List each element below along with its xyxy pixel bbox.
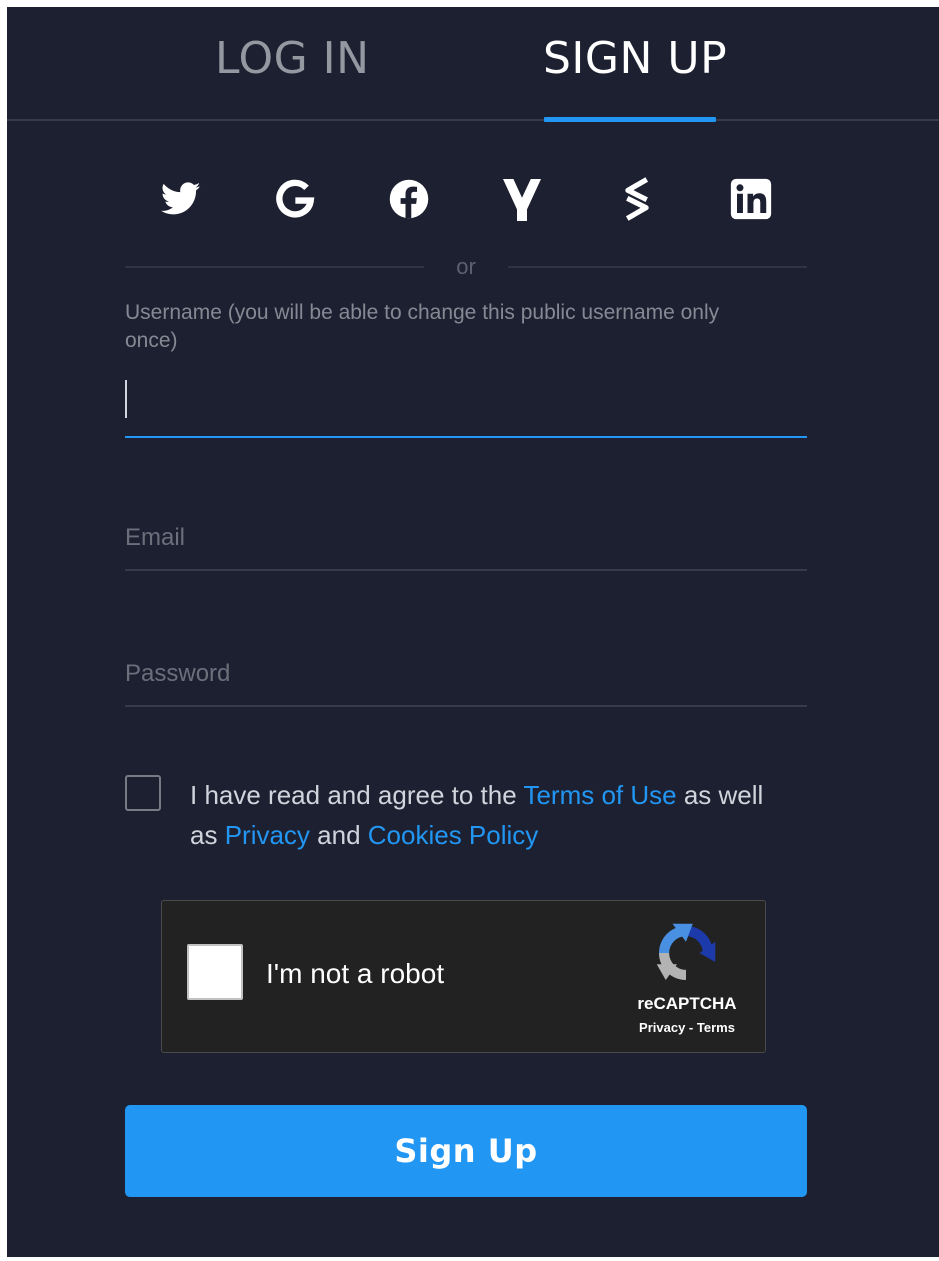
stocktwits-login-button[interactable] xyxy=(609,171,665,227)
recaptcha-privacy-link[interactable]: Privacy xyxy=(639,1020,685,1035)
terms-agreement-text: I have read and agree to the Terms of Us… xyxy=(190,775,790,855)
username-field-wrapper xyxy=(125,374,807,438)
agreement-text-1: I have read and agree to the xyxy=(190,780,524,810)
terms-checkbox[interactable] xyxy=(125,775,161,811)
recaptcha-brand: reCAPTCHA xyxy=(637,994,737,1013)
stocktwits-icon xyxy=(625,177,649,221)
tab-login[interactable]: LOG IN xyxy=(215,35,370,83)
linkedin-icon xyxy=(730,178,772,220)
recaptcha-link-separator: - xyxy=(685,1020,697,1035)
recaptcha-widget: I'm not a robot reCAPTCHA Privacy - Term… xyxy=(161,900,766,1053)
signup-panel: LOG IN SIGN UP or Username (you will be … xyxy=(7,7,939,1257)
or-label: or xyxy=(456,254,476,279)
recaptcha-logo-icon xyxy=(656,923,716,980)
recaptcha-links: Privacy - Terms xyxy=(612,1019,762,1037)
active-tab-indicator xyxy=(544,117,716,122)
facebook-icon xyxy=(389,179,429,219)
linkedin-login-button[interactable] xyxy=(723,171,779,227)
sign-up-button[interactable]: Sign Up xyxy=(125,1105,807,1197)
email-input[interactable] xyxy=(125,507,807,569)
email-field-wrapper xyxy=(125,507,807,571)
tab-signup[interactable]: SIGN UP xyxy=(543,35,727,83)
or-divider: or xyxy=(125,255,807,279)
facebook-login-button[interactable] xyxy=(381,171,437,227)
divider-line-left xyxy=(125,266,424,268)
text-caret xyxy=(125,380,127,418)
recaptcha-checkbox[interactable] xyxy=(187,944,243,1000)
username-label: Username (you will be able to change thi… xyxy=(125,301,720,352)
yahoo-login-button[interactable] xyxy=(495,171,551,227)
google-icon xyxy=(276,179,315,218)
username-input[interactable] xyxy=(125,374,807,436)
password-input[interactable] xyxy=(125,643,807,705)
cookies-policy-link[interactable]: Cookies Policy xyxy=(368,820,539,850)
auth-tabs: LOG IN SIGN UP xyxy=(7,7,939,122)
recaptcha-terms-link[interactable]: Terms xyxy=(697,1020,735,1035)
google-login-button[interactable] xyxy=(267,171,323,227)
recaptcha-label: I'm not a robot xyxy=(266,958,445,989)
agreement-text-3: and xyxy=(309,820,368,850)
password-field-wrapper xyxy=(125,643,807,707)
twitter-login-button[interactable] xyxy=(153,171,209,227)
twitter-icon xyxy=(161,182,201,215)
terms-of-use-link[interactable]: Terms of Use xyxy=(523,780,676,810)
divider-line-right xyxy=(508,266,807,268)
privacy-link[interactable]: Privacy xyxy=(225,820,310,850)
yahoo-icon xyxy=(503,179,541,221)
